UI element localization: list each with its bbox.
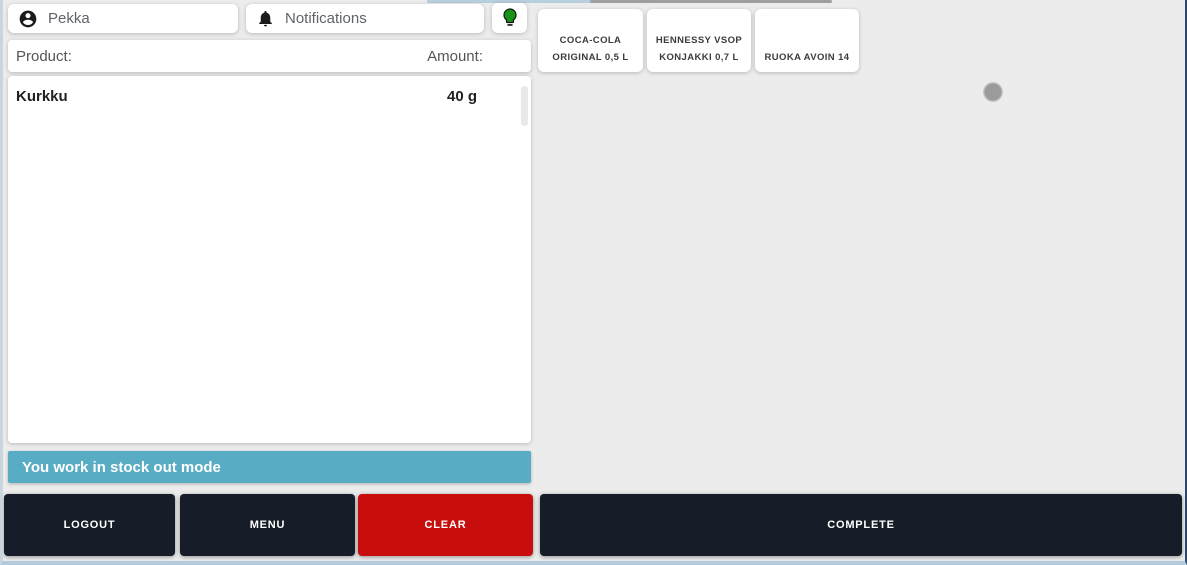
menu-button[interactable]: MENU [180,494,355,556]
product-card-line: KONJAKKI 0,7 L [647,49,751,66]
product-card-line: HENNESSY VSOP [647,32,751,49]
product-column-header: Product: [16,48,72,65]
notifications-button[interactable]: Notifications [246,4,484,33]
product-card-ruoka-avoin[interactable]: RUOKA AVOIN 14 [755,9,859,72]
order-product-amount: 40 g [447,88,477,105]
top-scrollbar[interactable] [590,0,832,3]
product-card-line: RUOKA AVOIN 14 [755,49,859,66]
order-list-row[interactable]: Kurkku 40 g [8,76,531,117]
stock-mode-toggle-button[interactable] [492,3,527,33]
status-dot [983,82,1003,102]
complete-button[interactable]: COMPLETE [540,494,1182,556]
stock-mode-banner-text: You work in stock out mode [22,459,221,476]
bell-icon [256,9,275,28]
product-card-hennessy[interactable]: HENNESSY VSOP KONJAKKI 0,7 L [647,9,751,72]
product-card-line: ORIGINAL 0,5 L [538,49,643,66]
order-list-header: Product: Amount: [8,40,531,72]
clear-button[interactable]: CLEAR [358,494,533,556]
product-card-line: COCA-COLA [538,32,643,49]
lightbulb-icon [501,8,519,28]
account-circle-icon [18,9,38,29]
amount-column-header: Amount: [427,48,483,65]
pos-app-window: Pekka Notifications Product: Amount: Kur… [0,0,1187,565]
notifications-label: Notifications [285,10,367,27]
user-button[interactable]: Pekka [8,4,238,33]
stock-mode-banner: You work in stock out mode [8,451,531,483]
product-card-coca-cola[interactable]: COCA-COLA ORIGINAL 0,5 L [538,9,643,72]
list-scrollbar-thumb[interactable] [521,86,528,126]
order-list: Kurkku 40 g [8,76,531,443]
logout-button[interactable]: LOGOUT [4,494,175,556]
user-name-label: Pekka [48,10,90,27]
order-product-name: Kurkku [16,88,68,105]
